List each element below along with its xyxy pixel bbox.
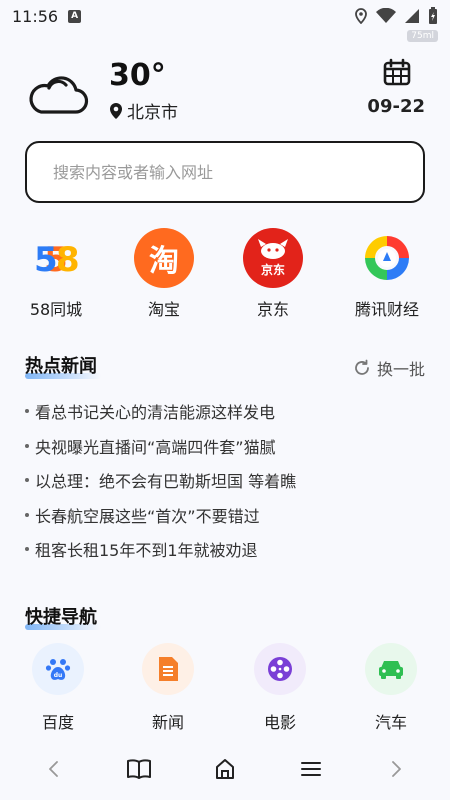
- date: 09-22: [367, 96, 425, 117]
- home-button[interactable]: [211, 755, 239, 783]
- news-text: 长春航空展这些“首次”不要错过: [35, 506, 260, 526]
- location-pin-icon: [110, 102, 122, 119]
- bullet-dot: [25, 547, 29, 552]
- cloudy-weather-icon: [29, 76, 89, 114]
- film-reel-icon: [254, 643, 306, 695]
- baidu-paw-icon: du: [32, 643, 84, 695]
- site-label: 京东: [256, 300, 289, 319]
- forward-button[interactable]: [382, 755, 410, 783]
- news-item[interactable]: 租客长租15年不到1年就被劝退: [25, 532, 425, 567]
- location: 北京市: [109, 98, 178, 123]
- bullet-dot: [25, 478, 29, 483]
- network-speed-badge: 75ml: [407, 30, 438, 42]
- site-taobao[interactable]: 淘 淘宝: [119, 228, 209, 320]
- chevron-right-icon: [392, 761, 401, 777]
- taobao-glyph: 淘: [149, 244, 179, 279]
- status-bar: 11:56 A: [0, 0, 450, 32]
- site-label: 腾讯财经: [354, 300, 419, 319]
- calendar-icon: [383, 58, 411, 86]
- quick-nav-news[interactable]: 新闻: [123, 643, 213, 733]
- signal-icon: [405, 9, 419, 23]
- site-58tongcheng[interactable]: 5 5 8 58同城: [11, 228, 101, 320]
- refresh-icon: [355, 359, 369, 375]
- refresh-news-button[interactable]: 换一批: [353, 356, 425, 380]
- refresh-label: 换一批: [376, 360, 425, 379]
- bullet-dot: [25, 409, 29, 414]
- news-text: 租客长租15年不到1年就被劝退: [35, 541, 258, 561]
- open-book-icon: [127, 759, 151, 779]
- quick-nav-label: 汽车: [374, 713, 407, 732]
- city-name: 北京市: [127, 103, 178, 123]
- taobao-logo-icon: 淘: [134, 228, 194, 288]
- battery-icon: [429, 7, 437, 24]
- home-icon: [216, 759, 234, 779]
- site-label: 58同城: [29, 300, 83, 319]
- news-text: 以总理：绝不会有巴勒斯坦国 等着瞧: [35, 472, 297, 492]
- chevron-left-icon: [49, 761, 58, 777]
- svg-text:du: du: [54, 672, 63, 679]
- site-jd[interactable]: 京东 京东: [228, 228, 318, 320]
- jd-logo-icon: 京东: [243, 228, 303, 288]
- jd-glyph: 京东: [260, 263, 285, 277]
- news-item[interactable]: 长春航空展这些“首次”不要错过: [25, 498, 425, 533]
- site-tencent-finance[interactable]: 腾讯财经: [342, 228, 432, 320]
- 58-logo-icon: 5 5 8: [26, 228, 86, 288]
- quick-nav-baidu[interactable]: du 百度: [13, 643, 103, 733]
- site-shortcuts: 5 5 8 58同城 淘 淘宝 京东 京东 腾讯财经: [0, 228, 450, 328]
- quick-nav-car[interactable]: 汽车: [346, 643, 436, 733]
- search-input[interactable]: [53, 162, 393, 182]
- jd-dog-icon: [258, 239, 288, 259]
- menu-button[interactable]: [297, 755, 325, 783]
- svg-text:5: 5: [34, 240, 58, 280]
- quick-nav-title: 快捷导航: [25, 607, 97, 628]
- svg-text:8: 8: [56, 240, 80, 280]
- menu-icon: [301, 762, 321, 776]
- quick-nav-movie[interactable]: 电影: [235, 643, 325, 733]
- quick-nav-label: 新闻: [151, 713, 184, 732]
- news-list: 看总书记关心的清洁能源这样发电 央视曝光直播间“高端四件套”猫腻 以总理：绝不会…: [25, 394, 425, 567]
- site-label: 淘宝: [147, 300, 180, 319]
- status-time: 11:56: [12, 6, 59, 26]
- quick-nav-label: 百度: [41, 713, 74, 732]
- news-text: 看总书记关心的清洁能源这样发电: [35, 403, 276, 423]
- news-text: 央视曝光直播间“高端四件套”猫腻: [35, 437, 276, 457]
- news-item[interactable]: 以总理：绝不会有巴勒斯坦国 等着瞧: [25, 463, 425, 498]
- hot-news-title: 热点新闻: [25, 356, 97, 377]
- search-box[interactable]: [25, 141, 425, 203]
- bookmarks-button[interactable]: [125, 755, 153, 783]
- quick-nav: du 百度 新闻 电影 汽车: [0, 643, 450, 733]
- bullet-dot: [25, 512, 29, 517]
- news-item[interactable]: 央视曝光直播间“高端四件套”猫腻: [25, 429, 425, 464]
- bottom-toolbar: [0, 745, 450, 791]
- temperature: 30°: [109, 58, 166, 93]
- car-icon: [365, 643, 417, 695]
- wifi-icon: [376, 8, 396, 23]
- bullet-dot: [25, 443, 29, 448]
- back-button[interactable]: [40, 755, 68, 783]
- weather-widget[interactable]: 30° 北京市 09-22: [25, 58, 425, 128]
- notification-a-icon: A: [68, 9, 82, 23]
- tencent-finance-logo-icon: [357, 228, 417, 288]
- news-doc-icon: [142, 643, 194, 695]
- news-item[interactable]: 看总书记关心的清洁能源这样发电: [25, 394, 425, 429]
- location-status-icon: [355, 8, 367, 24]
- quick-nav-label: 电影: [263, 713, 296, 732]
